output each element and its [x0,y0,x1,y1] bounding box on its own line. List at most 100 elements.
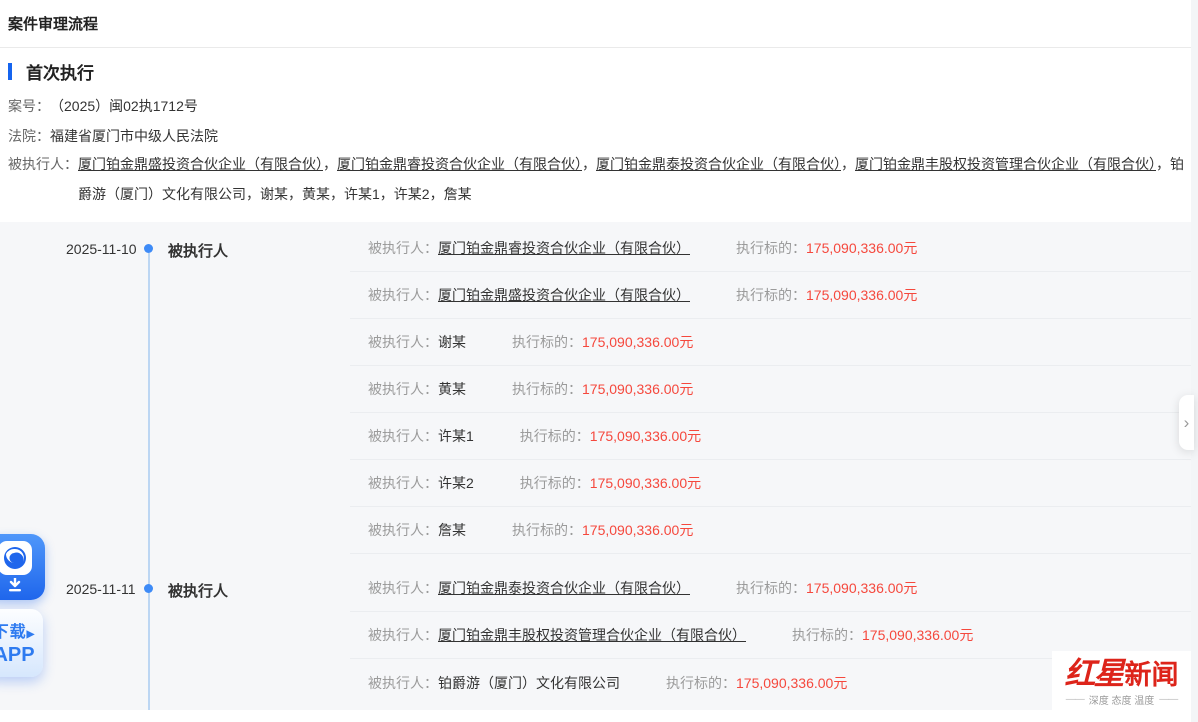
respondent-link[interactable]: 厦门铂金鼎泰投资合伙企业（有限合伙） [596,156,841,172]
row-amount-value: 175,090,336.00元 [736,673,847,693]
respondent-name: 许某2 [394,186,430,202]
row-respondent-label: 被执行人： [368,673,438,693]
execution-row: 被执行人：厦门铂金鼎盛投资合伙企业（有限合伙） 执行标的：175,090,336.… [350,272,1191,319]
court-label: 法院： [8,126,50,146]
execution-row: 被执行人：许某1 执行标的：175,090,336.00元 [350,413,1191,460]
timeline-group: 2025-11-11 被执行人被执行人： 厦门铂金鼎泰投资合伙企业（有限合伙） 执行标… [0,565,1191,706]
download-app-text: 下载 [0,624,27,641]
scrollbar-track[interactable] [1191,0,1198,722]
execution-row: 被执行人：厦门铂金鼎泰投资合伙企业（有限合伙）执行标的：175,090,336.… [350,565,1191,612]
panel-expander[interactable]: › [1179,395,1194,450]
respondent-name: 谢某 [260,186,288,202]
section-accent-bar [8,63,12,80]
case-number-value: （2025）闽02执1712号 [50,96,198,116]
row-respondent-label: 被执行人： [368,473,438,493]
row-amount-label: 执行标的： [520,426,590,446]
timeline-date: 2025-11-11 [66,581,136,597]
row-respondent-label: 被执行人： [368,238,438,258]
court-line: 法院： 福建省厦门市中级人民法院 [8,126,218,146]
row-amount-value: 175,090,336.00元 [590,426,701,446]
row-respondent-label: 被执行人： [368,285,438,305]
timeline-date: 2025-11-10 [66,241,137,257]
timeline-area: 2025-11-10被执行人被执行人：厦门铂金鼎睿投资合伙企业（有限合伙）执行标… [0,222,1191,710]
list-separator: ， [288,186,302,202]
timeline-group-left: 2025-11-10 被执行人 [0,225,350,554]
list-separator: ， [380,186,394,202]
row-respondent-link[interactable]: 厦门铂金鼎丰股权投资管理合伙企业（有限合伙） [438,625,746,645]
tagline-dash-left: —— [1066,694,1084,705]
respondent-link[interactable]: 厦门铂金鼎盛投资合伙企业（有限合伙） [78,156,323,172]
row-amount-value: 175,090,336.00元 [806,578,917,598]
respondent-name: 许某1 [344,186,380,202]
case-number-line: 案号： （2025）闽02执1712号 [8,96,198,116]
row-amount-value: 175,090,336.00元 [590,473,701,493]
court-value: 福建省厦门市中级人民法院 [50,126,218,146]
tagline-text: 深度 态度 温度 [1089,692,1155,707]
row-amount-label: 执行标的： [736,285,806,305]
section-title: 首次执行 [26,59,94,84]
brand-script-text: 红星 [1065,658,1123,689]
app-download-widget: 下载▶ APP [0,534,47,677]
list-separator: ， [246,186,260,202]
row-amount-label: 执行标的： [520,473,590,493]
respondents-list: 厦门铂金鼎盛投资合伙企业（有限合伙），厦门铂金鼎睿投资合伙企业（有限合伙），厦门… [78,149,1186,209]
row-amount-value: 175,090,336.00元 [582,520,693,540]
timeline-dot-icon [144,584,153,593]
brand-tagline: —— 深度 态度 温度 —— [1061,692,1183,707]
download-arrow-icon [7,578,23,597]
row-respondent-link[interactable]: 铂爵游（厦门）文化有限公司 [438,673,620,693]
respondents-block: 被执行人： 厦门铂金鼎盛投资合伙企业（有限合伙），厦门铂金鼎睿投资合伙企业（有限… [8,149,1186,209]
list-separator: ， [323,156,337,172]
list-separator: ， [582,156,596,172]
news-brand-logo: 红星 新闻 —— 深度 态度 温度 —— [1052,651,1191,713]
execution-row: 被执行人：詹某执行标的：175,090,336.00元 [350,507,1191,554]
respondent-name: 黄某 [302,186,330,202]
list-separator: ， [330,186,344,202]
row-amount-label: 执行标的： [512,520,582,540]
row-respondent-name: 许某2 [438,473,474,493]
row-respondent-link[interactable]: 厦门铂金鼎泰投资合伙企业（有限合伙） [438,578,690,598]
download-app-button[interactable]: 下载▶ APP [0,609,43,677]
brand-block-text: 新闻 [1125,662,1179,689]
row-respondent-link[interactable]: 厦门铂金鼎盛投资合伙企业（有限合伙） [438,285,690,305]
row-amount-label: 执行标的： [512,332,582,352]
row-amount-value: 175,090,336.00元 [806,285,917,305]
play-arrow-icon: ▶ [27,629,36,640]
row-amount-label: 执行标的： [666,673,736,693]
tagline-dash-right: —— [1159,694,1177,705]
timeline-group-left: 2025-11-11 被执行人 [0,565,350,706]
execution-row: 被执行人：厦门铂金鼎睿投资合伙企业（有限合伙）执行标的：175,090,336.… [350,225,1191,272]
execution-row: 被执行人：谢某 执行标的：175,090,336.00元 [350,319,1191,366]
list-separator: ， [1156,156,1170,172]
app-text: APP [0,644,41,667]
row-respondent-name: 黄某 [438,379,466,399]
row-amount-value: 175,090,336.00元 [806,238,917,258]
row-respondent-label: 被执行人： [368,426,438,446]
timeline-groups: 2025-11-10被执行人被执行人：厦门铂金鼎睿投资合伙企业（有限合伙）执行标… [0,225,1191,706]
row-amount-label: 执行标的： [792,625,862,645]
execution-row: 被执行人：许某2 执行标的：175,090,336.00元 [350,460,1191,507]
row-respondent-label: 被执行人： [368,332,438,352]
app-download-icon-button[interactable] [0,534,45,600]
row-respondent-link[interactable]: 厦门铂金鼎睿投资合伙企业（有限合伙） [438,238,690,258]
row-amount-label: 执行标的： [736,578,806,598]
list-separator: ， [430,186,444,202]
list-separator: ， [841,156,855,172]
row-amount-value: 175,090,336.00元 [582,332,693,352]
row-amount-value: 175,090,336.00元 [862,625,973,645]
timeline-event-title: 被执行人 [168,240,228,261]
row-amount-value: 175,090,336.00元 [582,379,693,399]
respondent-link[interactable]: 厦门铂金鼎睿投资合伙企业（有限合伙） [337,156,582,172]
respondents-label: 被执行人： [8,149,78,209]
row-amount-label: 执行标的： [512,379,582,399]
row-respondent-name: 许某1 [438,426,474,446]
header-divider [0,47,1191,48]
row-respondent-name: 谢某 [438,332,466,352]
respondent-link[interactable]: 厦门铂金鼎丰股权投资管理合伙企业（有限合伙） [855,156,1156,172]
execution-row: 被执行人：黄某执行标的：175,090,336.00元 [350,366,1191,413]
app-logo-icon [0,541,32,575]
timeline-event-title: 被执行人 [168,580,228,601]
row-respondent-name: 詹某 [438,520,466,540]
timeline-group: 2025-11-10被执行人被执行人：厦门铂金鼎睿投资合伙企业（有限合伙）执行标… [0,225,1191,554]
timeline-rows: 被执行人：厦门铂金鼎睿投资合伙企业（有限合伙）执行标的：175,090,336.… [350,225,1191,554]
